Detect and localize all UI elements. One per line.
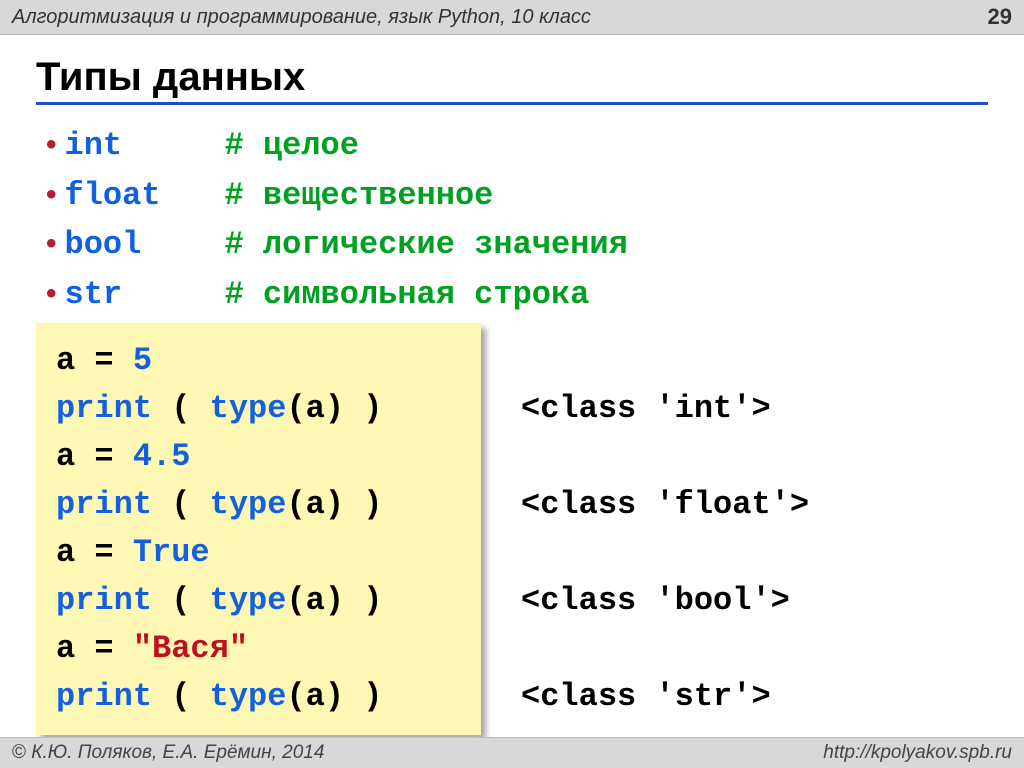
type-name: int <box>65 121 225 171</box>
output-line <box>521 433 809 481</box>
bullet-icon: • <box>46 171 57 219</box>
slide-footer: © К.Ю. Поляков, Е.А. Ерёмин, 2014 http:/… <box>0 737 1024 768</box>
output-line: <class 'int'> <box>521 385 809 433</box>
code-kw: print <box>56 678 152 715</box>
code-text: (a) ) <box>286 582 382 619</box>
copyright-icon: © <box>12 742 26 763</box>
slide-content: Типы данных • int # целое • float # веще… <box>0 35 1024 735</box>
footer-authors: © К.Ю. Поляков, Е.А. Ерёмин, 2014 <box>12 742 324 764</box>
footer-url: http://kpolyakov.spb.ru <box>823 742 1012 764</box>
code-kw: type <box>210 486 287 523</box>
bullet-icon: • <box>46 220 57 268</box>
code-text: (a) ) <box>286 486 382 523</box>
code-box: a = 5 print ( type(a) ) a = 4.5 print ( … <box>36 323 481 735</box>
code-text: (a) ) <box>286 678 382 715</box>
output-line <box>521 337 809 385</box>
types-list: • int # целое • float # вещественное • b… <box>46 121 988 319</box>
code-text: a = <box>56 534 133 571</box>
footer-authors-text: К.Ю. Поляков, Е.А. Ерёмин, 2014 <box>26 742 324 763</box>
type-comment: # вещественное <box>225 171 494 221</box>
code-text: a = <box>56 438 133 475</box>
code-literal: 5 <box>133 342 152 379</box>
code-kw: print <box>56 582 152 619</box>
code-kw: type <box>210 678 287 715</box>
bullet-icon: • <box>46 270 57 318</box>
output-line <box>521 529 809 577</box>
code-text: ( <box>152 582 210 619</box>
code-kw: print <box>56 390 152 427</box>
type-name: str <box>65 270 225 320</box>
output-line: <class 'str'> <box>521 673 809 721</box>
code-kw: type <box>210 390 287 427</box>
page-number: 29 <box>988 4 1012 30</box>
code-text: ( <box>152 486 210 523</box>
code-kw: print <box>56 486 152 523</box>
code-text: ( <box>152 390 210 427</box>
type-name: float <box>65 171 225 221</box>
code-output-row: a = 5 print ( type(a) ) a = 4.5 print ( … <box>36 323 988 735</box>
output-line <box>521 625 809 673</box>
output-line: <class 'float'> <box>521 481 809 529</box>
code-text: (a) ) <box>286 390 382 427</box>
type-comment: # целое <box>225 121 359 171</box>
slide-header: Алгоритмизация и программирование, язык … <box>0 0 1024 35</box>
code-text: a = <box>56 342 133 379</box>
output-line: <class 'bool'> <box>521 577 809 625</box>
code-literal: True <box>133 534 210 571</box>
type-comment: # логические значения <box>225 220 628 270</box>
code-text: a = <box>56 630 133 667</box>
header-subject: Алгоритмизация и программирование, язык … <box>12 6 591 29</box>
slide-title: Типы данных <box>36 55 988 105</box>
type-row-bool: • bool # логические значения <box>46 220 988 270</box>
bullet-icon: • <box>46 121 57 169</box>
type-row-int: • int # целое <box>46 121 988 171</box>
type-name: bool <box>65 220 225 270</box>
code-text: ( <box>152 678 210 715</box>
code-string: "Вася" <box>133 630 248 667</box>
output-box: <class 'int'> <class 'float'> <class 'bo… <box>481 323 809 735</box>
type-row-float: • float # вещественное <box>46 171 988 221</box>
type-comment: # символьная строка <box>225 270 590 320</box>
code-kw: type <box>210 582 287 619</box>
type-row-str: • str # символьная строка <box>46 270 988 320</box>
code-literal: 4.5 <box>133 438 191 475</box>
